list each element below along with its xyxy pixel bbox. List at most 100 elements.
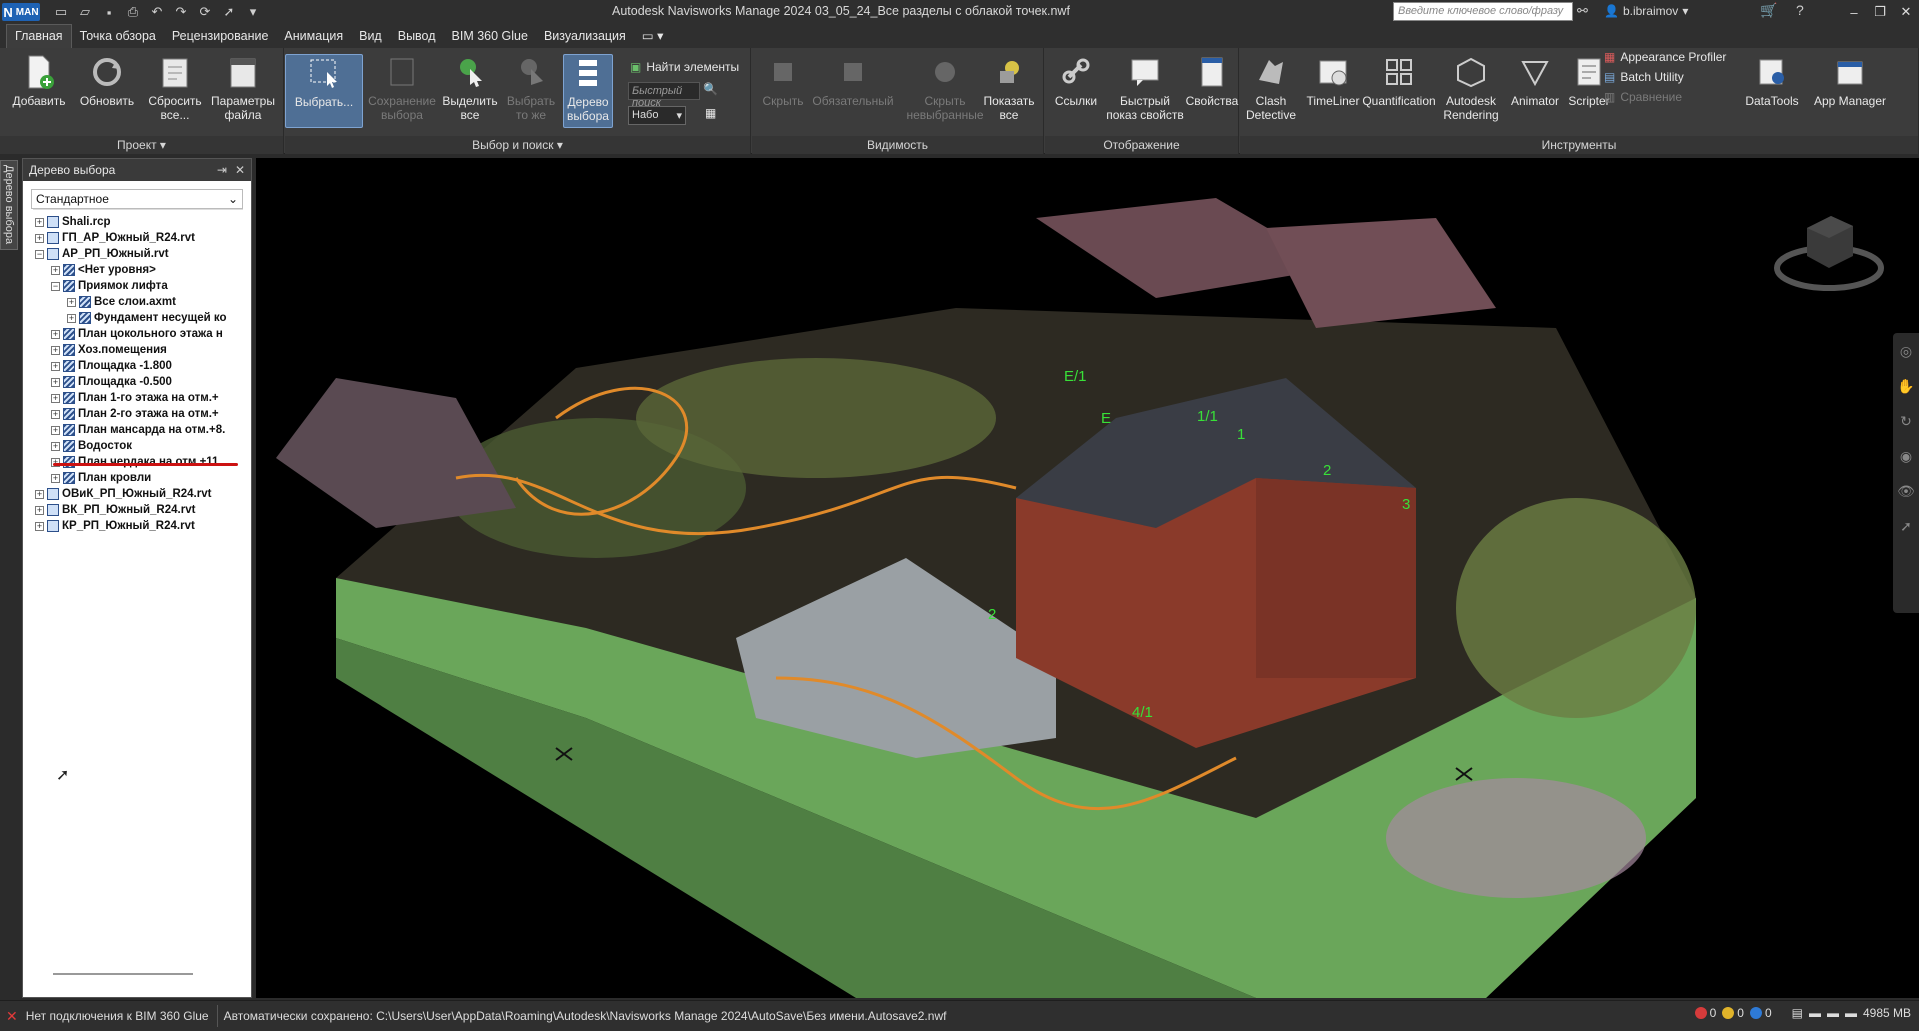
bim360-status[interactable]: Нет подключения к BIM 360 Glue xyxy=(26,1009,209,1023)
manage-sets-icon[interactable]: ▦ xyxy=(705,106,716,120)
find-items-button[interactable]: ▣ Найти элементы xyxy=(630,60,739,74)
expand-toggle-icon[interactable]: + xyxy=(51,377,60,387)
links-button[interactable]: Ссылки xyxy=(1045,54,1107,128)
close-icon[interactable]: ✕ xyxy=(235,163,245,177)
tree-item[interactable]: + Хоз.помещения xyxy=(51,342,167,358)
minimize-icon[interactable]: – xyxy=(1841,0,1867,24)
select-cursor-icon[interactable]: ➚ xyxy=(1900,518,1912,535)
tree-item[interactable]: + ГП_АР_Южный_R24.rvt xyxy=(35,230,195,246)
binoculars-icon[interactable]: ⚯ xyxy=(1577,3,1588,19)
refresh-button[interactable]: Обновить xyxy=(76,54,138,128)
tab-home[interactable]: Главная xyxy=(6,24,72,48)
clash-detective-button[interactable]: Clash Detective xyxy=(1240,54,1302,128)
expand-toggle-icon[interactable]: + xyxy=(51,409,60,419)
look-icon[interactable]: 👁 xyxy=(1897,483,1915,500)
pan-icon[interactable]: ✋ xyxy=(1897,378,1914,395)
tree-item[interactable]: + Shali.rcp xyxy=(35,214,111,230)
tree-item[interactable]: + Водосток xyxy=(51,438,132,454)
batch-utility-button[interactable]: ▤ Batch Utility xyxy=(1604,70,1684,84)
tree-item[interactable]: + Все слои.axmt xyxy=(67,294,176,310)
tree-item[interactable]: + План мансарда на отм.+8. xyxy=(51,422,225,438)
add-button[interactable]: Добавить xyxy=(8,54,70,128)
autodesk-rendering-button[interactable]: Autodesk Rendering xyxy=(1436,54,1506,128)
app-menu-button[interactable]: N MAN xyxy=(2,3,40,21)
orbit-icon[interactable]: ↻ xyxy=(1900,413,1912,430)
compare-button[interactable]: ▥ Сравнение xyxy=(1604,90,1682,104)
pin-icon[interactable]: ⇥ xyxy=(217,163,227,177)
tree-item[interactable]: + Площадка -1.800 xyxy=(51,358,172,374)
info-count[interactable]: 0 xyxy=(1749,1006,1772,1020)
select-cursor-icon[interactable]: ➚ xyxy=(220,3,238,21)
tab-bim360[interactable]: BIM 360 Glue xyxy=(444,25,536,48)
app-manager-button[interactable]: App Manager xyxy=(1812,54,1888,128)
reset-all-button[interactable]: Сбросить все... xyxy=(144,54,206,128)
animator-button[interactable]: Animator xyxy=(1504,54,1566,128)
restore-icon[interactable]: ❐ xyxy=(1867,0,1893,24)
expand-toggle-icon[interactable]: + xyxy=(67,297,76,307)
expand-toggle-icon[interactable]: + xyxy=(51,329,60,339)
panel-project-title[interactable]: Проект ▾ xyxy=(0,136,283,154)
tab-visualization[interactable]: Визуализация xyxy=(536,25,634,48)
timeliner-button[interactable]: TimeLiner xyxy=(1302,54,1364,128)
tree-item[interactable]: + План цокольного этажа н xyxy=(51,326,223,342)
panel-select-search-title[interactable]: Выбор и поиск ▾ xyxy=(285,136,750,154)
quantification-button[interactable]: Quantification xyxy=(1362,54,1436,128)
tree-item[interactable]: + КР_РП_Южный_R24.rvt xyxy=(35,518,195,534)
appearance-profiler-button[interactable]: ▦ Appearance Profiler xyxy=(1604,50,1726,64)
require-button[interactable]: Обязательный xyxy=(810,54,896,128)
quick-find-search-icon[interactable]: 🔍 xyxy=(703,82,718,96)
tree-item[interactable]: + ВК_РП_Южный_R24.rvt xyxy=(35,502,195,518)
save-icon[interactable]: ▪ xyxy=(100,3,118,21)
tree-item[interactable]: + Площадка -0.500 xyxy=(51,374,172,390)
properties-button[interactable]: Свойства xyxy=(1181,54,1243,128)
tab-viewpoint[interactable]: Точка обзора xyxy=(72,25,164,48)
hide-button[interactable]: Скрыть xyxy=(752,54,814,128)
select-button[interactable]: Выбрать... xyxy=(285,54,363,128)
undo-icon[interactable]: ↶ xyxy=(148,3,166,21)
expand-toggle-icon[interactable]: − xyxy=(35,249,44,259)
help-icon[interactable]: ? xyxy=(1796,2,1804,18)
expand-toggle-icon[interactable]: + xyxy=(51,425,60,435)
tab-view[interactable]: Вид xyxy=(351,25,390,48)
expand-toggle-icon[interactable]: + xyxy=(51,473,60,483)
tree-item[interactable]: + План 2-го этажа на отм.+ xyxy=(51,406,219,422)
tab-animation[interactable]: Анимация xyxy=(276,25,351,48)
close-icon[interactable]: ✕ xyxy=(1893,0,1919,24)
qat-dropdown-icon[interactable]: ▾ xyxy=(244,3,262,21)
new-file-icon[interactable]: ▭ xyxy=(52,3,70,21)
warning-count[interactable]: 0 xyxy=(1722,1006,1744,1020)
expand-toggle-icon[interactable]: + xyxy=(51,393,60,403)
unhide-all-button[interactable]: Показать все xyxy=(978,54,1040,128)
quick-properties-button[interactable]: Быстрый показ свойств xyxy=(1103,54,1187,128)
select-same-button[interactable]: Выбрать то же xyxy=(503,54,559,128)
sets-dropdown[interactable]: Набо ▾ xyxy=(628,106,686,125)
expand-toggle-icon[interactable]: + xyxy=(51,441,60,451)
tree-item[interactable]: + <Нет уровня> xyxy=(51,262,156,278)
expand-toggle-icon[interactable]: + xyxy=(51,265,60,275)
print-icon[interactable]: ⎙ xyxy=(124,3,142,21)
steering-wheel-icon[interactable]: ◎ xyxy=(1900,343,1912,360)
expand-toggle-icon[interactable]: + xyxy=(51,361,60,371)
tab-extra-dropdown[interactable]: ▭ ▾ xyxy=(634,24,672,48)
tab-review[interactable]: Рецензирование xyxy=(164,25,277,48)
tree-item[interactable]: + План 1-го этажа на отм.+ xyxy=(51,390,219,406)
3d-viewport[interactable]: E/1 E 1/1 1 2 3 2 4/1 ◎ ✋ ↻ ◉ 👁 ➚ xyxy=(256,158,1919,998)
viewcube-icon[interactable] xyxy=(1769,198,1889,298)
tree-item[interactable]: + ОВиК_РП_Южный_R24.rvt xyxy=(35,486,211,502)
expand-toggle-icon[interactable]: + xyxy=(35,505,44,515)
tree-item[interactable]: + План чердака на отм.+11. xyxy=(51,454,222,470)
expand-toggle-icon[interactable]: + xyxy=(35,521,44,531)
select-all-button[interactable]: Выделить все xyxy=(439,54,501,128)
tree-mode-dropdown[interactable]: Стандартное ⌄ xyxy=(31,189,243,209)
tree-item[interactable]: − Приямок лифта xyxy=(51,278,168,294)
tree-item[interactable]: − АР_РП_Южный.rvt xyxy=(35,246,169,262)
cart-icon[interactable]: 🛒 xyxy=(1760,2,1777,19)
error-count[interactable]: 0 xyxy=(1694,1006,1716,1020)
open-folder-icon[interactable]: ▱ xyxy=(76,3,94,21)
tree-horizontal-scrollbar[interactable] xyxy=(53,973,193,975)
datatools-button[interactable]: DataTools xyxy=(1740,54,1804,128)
expand-toggle-icon[interactable]: + xyxy=(35,233,44,243)
tree-item[interactable]: + Фундамент несущей ко xyxy=(67,310,227,326)
help-search-input[interactable]: Введите ключевое слово/фразу xyxy=(1393,2,1573,21)
save-selection-button[interactable]: Сохранение выбора xyxy=(368,54,436,128)
